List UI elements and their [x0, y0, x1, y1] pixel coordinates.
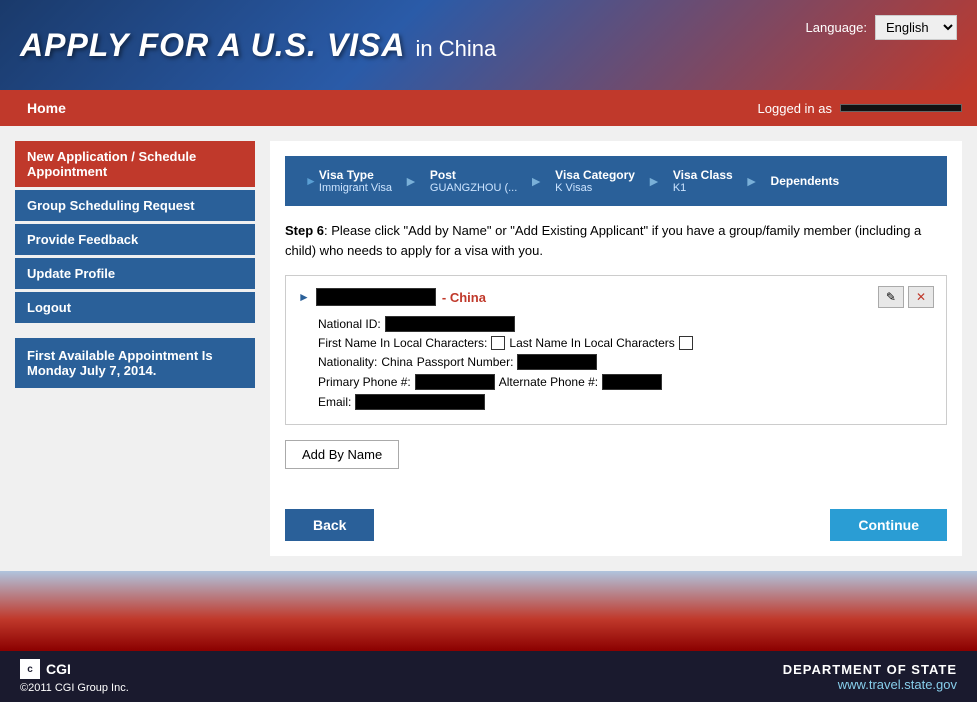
arrow-4: ►	[745, 173, 759, 189]
step-description: Step 6: Please click "Add by Name" or "A…	[285, 221, 947, 260]
last-name-local-checkbox	[679, 336, 693, 350]
sidebar-item-feedback[interactable]: Provide Feedback	[15, 224, 255, 255]
arrow-1: ►	[404, 173, 418, 189]
step-5-title: Dependents	[771, 174, 840, 188]
nationality-value: China	[381, 355, 412, 369]
edit-applicant-button[interactable]: ✎	[878, 286, 904, 308]
footer-left: c CGI ©2011 CGI Group Inc.	[20, 659, 129, 694]
header-title-group: APPLY FOR A U.S. VISA in China	[20, 27, 496, 64]
applicant-header-row: ► - China ✎ ✕	[298, 286, 934, 308]
sidebar-item-logout[interactable]: Logout	[15, 292, 255, 323]
group-scheduling-link[interactable]: Group Scheduling Request	[15, 190, 255, 221]
nationality-passport-row: Nationality: China Passport Number:	[318, 354, 934, 370]
appointment-info: First Available Appointment Is Monday Ju…	[15, 338, 255, 388]
arrow-2: ►	[529, 173, 543, 189]
footer-dept: DEPARTMENT OF STATE	[783, 662, 957, 677]
applicant-id-redacted	[316, 288, 436, 306]
language-select[interactable]: English Chinese	[875, 15, 957, 40]
email-label: Email:	[318, 395, 351, 409]
sidebar-item-group[interactable]: Group Scheduling Request	[15, 190, 255, 221]
step-dependents: Dependents	[763, 170, 848, 192]
primary-phone-label: Primary Phone #:	[318, 375, 411, 389]
alt-phone-label: Alternate Phone #:	[499, 375, 598, 389]
footer-right: DEPARTMENT OF STATE www.travel.state.gov	[783, 662, 957, 692]
applicant-details: National ID: First Name In Local Charact…	[298, 316, 934, 410]
passport-label: Passport Number:	[417, 355, 514, 369]
footer-bar: c CGI ©2011 CGI Group Inc. DEPARTMENT OF…	[0, 651, 977, 702]
local-names-row: First Name In Local Characters: Last Nam…	[318, 336, 934, 350]
language-selector-group: Language: English Chinese	[806, 10, 957, 40]
home-link[interactable]: Home	[15, 92, 78, 124]
applicant-name-group: ► - China	[298, 288, 486, 306]
footer-copyright: ©2011 CGI Group Inc.	[20, 682, 129, 694]
content-area: ► Visa Type Immigrant Visa ► Post GUANGZ…	[270, 141, 962, 556]
step-3-sub: K Visas	[555, 182, 635, 194]
step-number: Step 6	[285, 223, 324, 238]
continue-button[interactable]: Continue	[830, 509, 947, 541]
feedback-link[interactable]: Provide Feedback	[15, 224, 255, 255]
applicant-actions: ✎ ✕	[878, 286, 934, 308]
site-subtitle: in China	[416, 36, 497, 62]
national-id-label: National ID:	[318, 317, 381, 331]
primary-phone-value	[415, 374, 495, 390]
step-triangle-1: ►	[305, 174, 317, 188]
step-desc-text: : Please click "Add by Name" or "Add Exi…	[285, 223, 921, 258]
passport-value	[517, 354, 597, 370]
step-3-title: Visa Category	[555, 168, 635, 182]
step-4-title: Visa Class	[673, 168, 733, 182]
nationality-label: Nationality:	[318, 355, 377, 369]
applicant-section: ► - China ✎ ✕ National ID: First Name In…	[285, 275, 947, 425]
step-1-title: Visa Type	[319, 168, 392, 182]
step-1-sub: Immigrant Visa	[319, 182, 392, 194]
step-visa-type: ► Visa Type Immigrant Visa	[295, 164, 400, 198]
cgi-logo-text: CGI	[46, 661, 71, 677]
sidebar-item-profile[interactable]: Update Profile	[15, 258, 255, 289]
phone-row: Primary Phone #: Alternate Phone #:	[318, 374, 934, 390]
header: APPLY FOR A U.S. VISA in China Language:…	[0, 0, 977, 90]
site-title: APPLY FOR A U.S. VISA	[20, 27, 406, 64]
logged-in-section: Logged in as	[758, 101, 962, 116]
email-value	[355, 394, 485, 410]
add-by-name-button[interactable]: Add By Name	[285, 440, 399, 469]
steps-breadcrumb: ► Visa Type Immigrant Visa ► Post GUANGZ…	[285, 156, 947, 206]
arrow-3: ►	[647, 173, 661, 189]
sidebar-item-new-app[interactable]: New Application / Schedule Appointment	[15, 141, 255, 187]
step-2-title: Post	[430, 168, 517, 182]
logged-in-value	[840, 104, 962, 112]
language-label: Language:	[806, 20, 867, 35]
nav-bar: Home Logged in as	[0, 90, 977, 126]
email-row: Email:	[318, 394, 934, 410]
logout-link[interactable]: Logout	[15, 292, 255, 323]
footer-logo: c CGI	[20, 659, 129, 679]
cgi-logo-icon: c	[20, 659, 40, 679]
step-post: Post GUANGZHOU (...	[422, 164, 525, 198]
step-visa-category: Visa Category K Visas	[547, 164, 643, 198]
alt-phone-value	[602, 374, 662, 390]
national-id-row: National ID:	[318, 316, 934, 332]
update-profile-link[interactable]: Update Profile	[15, 258, 255, 289]
footer-wave	[0, 571, 977, 651]
first-name-local-checkbox	[491, 336, 505, 350]
sidebar: New Application / Schedule Appointment G…	[15, 141, 255, 556]
back-button[interactable]: Back	[285, 509, 374, 541]
main-layout: New Application / Schedule Appointment G…	[0, 126, 977, 571]
last-name-local-label: Last Name In Local Characters	[509, 336, 674, 350]
step-4-sub: K1	[673, 182, 733, 194]
new-app-link[interactable]: New Application / Schedule Appointment	[15, 141, 255, 187]
first-name-local-label: First Name In Local Characters:	[318, 336, 487, 350]
delete-applicant-button[interactable]: ✕	[908, 286, 934, 308]
applicant-expand-arrow[interactable]: ►	[298, 290, 310, 304]
logged-in-label: Logged in as	[758, 101, 832, 116]
applicant-country: - China	[442, 290, 486, 305]
footer-url: www.travel.state.gov	[783, 677, 957, 692]
bottom-buttons: Back Continue	[285, 509, 947, 541]
step-2-sub: GUANGZHOU (...	[430, 182, 517, 194]
step-visa-class: Visa Class K1	[665, 164, 741, 198]
national-id-value	[385, 316, 515, 332]
